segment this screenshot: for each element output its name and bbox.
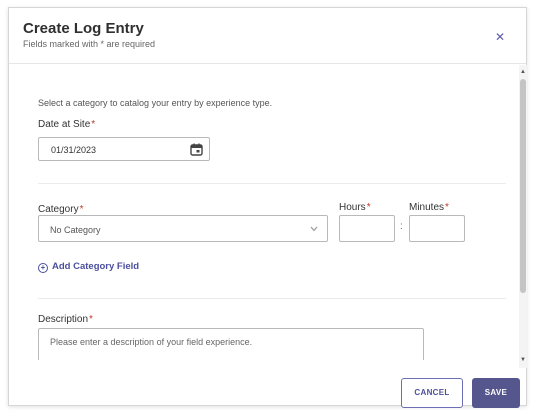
date-value: 01/31/2023 (51, 145, 97, 155)
dialog-subtitle: Fields marked with * are required (23, 39, 156, 49)
required-mark: * (91, 119, 96, 130)
cancel-button[interactable]: CANCEL (401, 378, 463, 408)
save-button[interactable]: SAVE (472, 378, 520, 408)
chevron-down-icon (310, 226, 318, 232)
intro-text: Select a category to catalog your entry … (38, 98, 273, 108)
plus-circle-icon: + (38, 263, 48, 273)
description-textarea[interactable]: Please enter a description of your field… (38, 328, 424, 360)
create-log-entry-dialog: Create Log Entry Fields marked with * ar… (8, 7, 527, 408)
dialog-header: Create Log Entry Fields marked with * ar… (9, 8, 526, 64)
category-selected-value: No Category (50, 225, 101, 235)
dialog-title: Create Log Entry (23, 20, 144, 37)
required-mark: * (366, 202, 371, 213)
divider (38, 298, 506, 299)
minutes-label: Minutes* (409, 202, 449, 213)
dialog-body: Select a category to catalog your entry … (9, 65, 519, 360)
calendar-icon[interactable] (190, 143, 203, 156)
scrollbar[interactable]: ▲ ▼ (519, 65, 527, 368)
required-mark: * (445, 202, 449, 213)
hours-input[interactable] (339, 215, 395, 242)
date-label: Date at Site* (38, 119, 96, 130)
date-at-site-input[interactable]: 01/31/2023 (38, 137, 210, 161)
divider (38, 183, 506, 184)
required-mark: * (89, 314, 93, 325)
description-placeholder: Please enter a description of your field… (50, 337, 253, 347)
category-label: Category* (38, 204, 84, 215)
time-separator: : (400, 221, 403, 232)
close-icon[interactable]: ✕ (493, 30, 507, 44)
description-label: Description* (38, 314, 93, 325)
hours-label: Hours* (339, 202, 371, 213)
scroll-up-arrow[interactable]: ▲ (519, 69, 527, 75)
required-mark: * (79, 204, 84, 215)
scrollbar-thumb[interactable] (520, 79, 526, 293)
category-select[interactable]: No Category (38, 215, 328, 242)
minutes-input[interactable] (409, 215, 465, 242)
scroll-down-arrow[interactable]: ▼ (519, 357, 527, 363)
add-category-field-link[interactable]: + Add Category Field (38, 261, 139, 273)
